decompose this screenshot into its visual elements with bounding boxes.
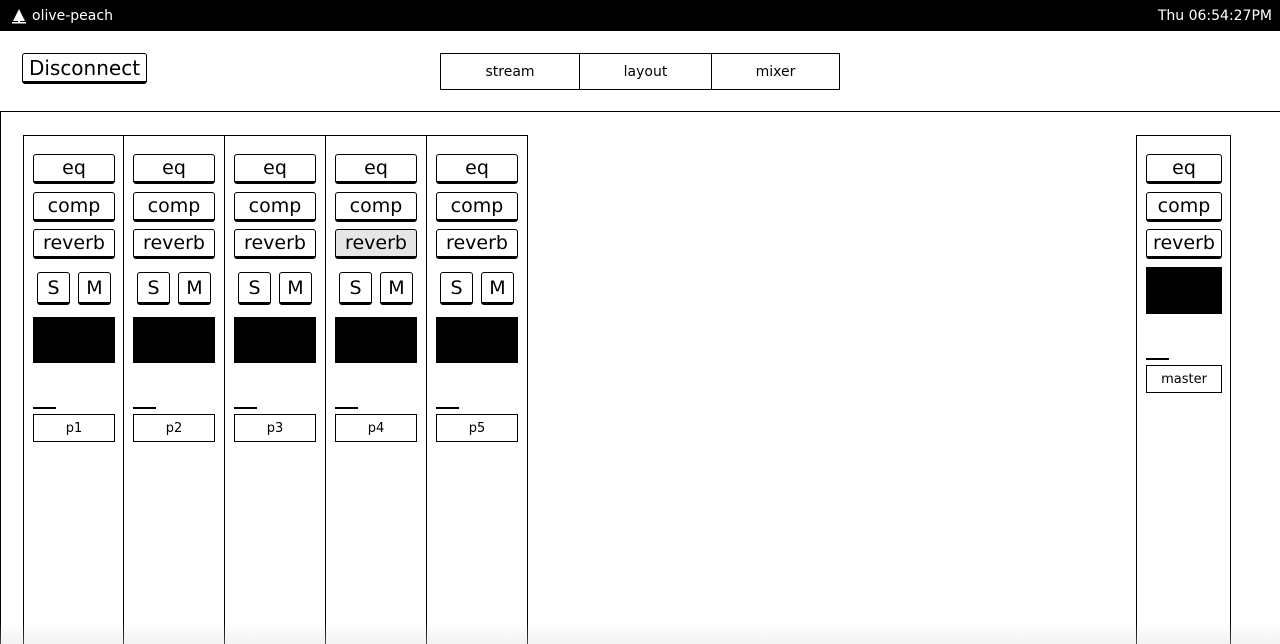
top-bar: olive-peach Thu 06:54:27PM bbox=[0, 0, 1280, 31]
volume-fader[interactable] bbox=[335, 407, 358, 409]
channel-strip-p5: eq comp reverb S M p5 bbox=[426, 135, 528, 644]
mute-button[interactable]: M bbox=[380, 272, 413, 305]
volume-fader[interactable] bbox=[436, 407, 459, 409]
channel-strip-p2: eq comp reverb S M p2 bbox=[123, 135, 225, 644]
volume-fader[interactable] bbox=[133, 407, 156, 409]
app-title: olive-peach bbox=[11, 0, 113, 31]
app-name: olive-peach bbox=[32, 7, 113, 24]
reverb-button[interactable]: reverb bbox=[335, 229, 417, 259]
comp-button[interactable]: comp bbox=[133, 192, 215, 222]
tree-icon bbox=[11, 8, 27, 24]
reverb-button[interactable]: reverb bbox=[33, 229, 115, 259]
master-comp-button[interactable]: comp bbox=[1146, 192, 1222, 222]
master-reverb-button[interactable]: reverb bbox=[1146, 229, 1222, 259]
reverb-button[interactable]: reverb bbox=[133, 229, 215, 259]
channel-strips: eq comp reverb S M p1 eq comp reverb S M… bbox=[23, 135, 528, 644]
channel-name: p3 bbox=[234, 414, 316, 442]
mute-button[interactable]: M bbox=[279, 272, 312, 305]
comp-button[interactable]: comp bbox=[33, 192, 115, 222]
comp-button[interactable]: comp bbox=[436, 192, 518, 222]
reverb-button[interactable]: reverb bbox=[234, 229, 316, 259]
master-eq-button[interactable]: eq bbox=[1146, 154, 1222, 184]
mute-button[interactable]: M bbox=[78, 272, 111, 305]
level-meter bbox=[234, 317, 316, 363]
level-meter bbox=[33, 317, 115, 363]
level-meter bbox=[335, 317, 417, 363]
master-level-meter bbox=[1146, 267, 1222, 314]
reverb-button[interactable]: reverb bbox=[436, 229, 518, 259]
level-meter bbox=[133, 317, 215, 363]
solo-button[interactable]: S bbox=[339, 272, 372, 305]
channel-strip-p3: eq comp reverb S M p3 bbox=[224, 135, 326, 644]
channel-name: p2 bbox=[133, 414, 215, 442]
comp-button[interactable]: comp bbox=[335, 192, 417, 222]
solo-button[interactable]: S bbox=[37, 272, 70, 305]
volume-fader[interactable] bbox=[33, 407, 56, 409]
tab-bar: stream layout mixer bbox=[440, 53, 840, 90]
master-channel-name: master bbox=[1146, 365, 1222, 393]
solo-button[interactable]: S bbox=[440, 272, 473, 305]
eq-button[interactable]: eq bbox=[33, 154, 115, 184]
tab-mixer[interactable]: mixer bbox=[712, 54, 839, 89]
tab-layout[interactable]: layout bbox=[580, 54, 712, 89]
channel-name: p5 bbox=[436, 414, 518, 442]
eq-button[interactable]: eq bbox=[234, 154, 316, 184]
channel-strip-p4: eq comp reverb S M p4 bbox=[325, 135, 427, 644]
mute-button[interactable]: M bbox=[481, 272, 514, 305]
disconnect-button[interactable]: Disconnect bbox=[22, 53, 147, 84]
master-strip: eq comp reverb master bbox=[1136, 135, 1231, 644]
tab-stream[interactable]: stream bbox=[441, 54, 580, 89]
channel-name: p4 bbox=[335, 414, 417, 442]
level-meter bbox=[436, 317, 518, 363]
solo-button[interactable]: S bbox=[137, 272, 170, 305]
solo-button[interactable]: S bbox=[238, 272, 271, 305]
eq-button[interactable]: eq bbox=[133, 154, 215, 184]
mute-button[interactable]: M bbox=[178, 272, 211, 305]
channel-name: p1 bbox=[33, 414, 115, 442]
channel-strip-p1: eq comp reverb S M p1 bbox=[23, 135, 124, 644]
clock: Thu 06:54:27PM bbox=[1157, 7, 1272, 24]
comp-button[interactable]: comp bbox=[234, 192, 316, 222]
eq-button[interactable]: eq bbox=[335, 154, 417, 184]
eq-button[interactable]: eq bbox=[436, 154, 518, 184]
master-volume-fader[interactable] bbox=[1146, 358, 1169, 360]
volume-fader[interactable] bbox=[234, 407, 257, 409]
